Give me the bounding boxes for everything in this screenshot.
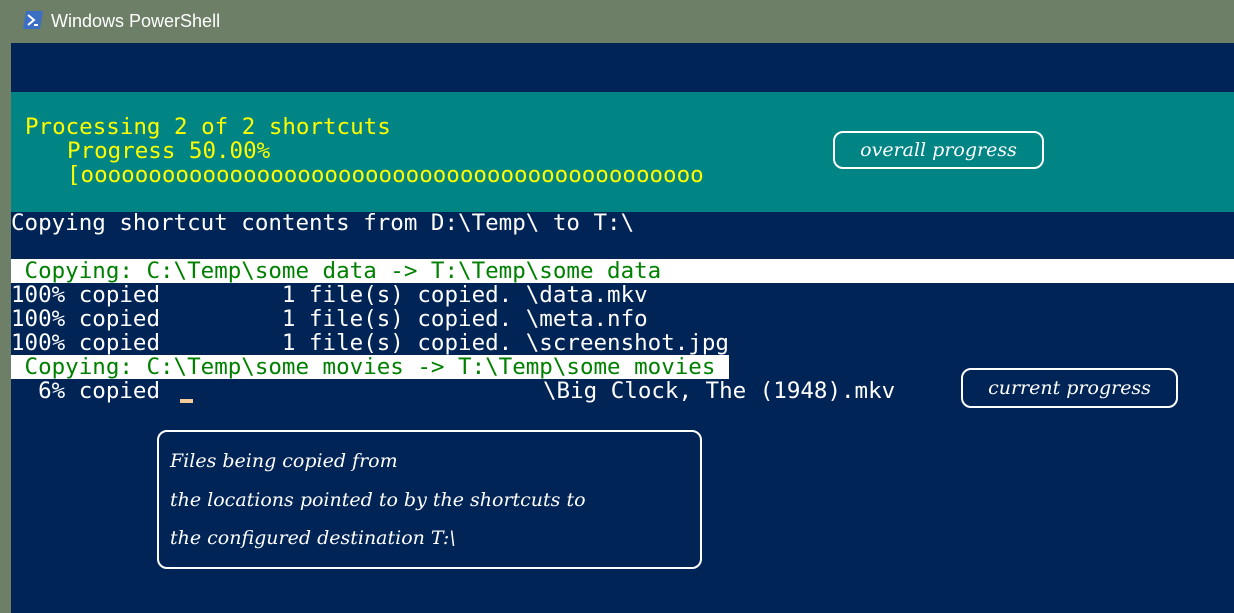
note-line-2: the locations pointed to by the shortcut… (170, 489, 586, 511)
window-title: Windows PowerShell (51, 11, 221, 31)
note-line-3: the configured destination T:\ (170, 527, 456, 549)
note-line-1: Files being copied from (170, 450, 398, 472)
text-cursor (180, 399, 193, 403)
console-area[interactable]: Processing 2 of 2 shortcuts Progress 50.… (11, 43, 1234, 613)
title-bar: Windows PowerShell (0, 0, 1234, 43)
current-progress-callout: current progress (961, 368, 1178, 408)
console-line-current-copy: 6% copied (11, 378, 174, 404)
console-line-copying-shortcut: Copying shortcut contents from D:\Temp\ … (11, 210, 635, 236)
copy-header-some-data: Copying: C:\Temp\some data -> T:\Temp\so… (11, 259, 1234, 283)
powershell-icon (23, 11, 43, 29)
progress-activity: Processing 2 of 2 shortcuts (25, 114, 391, 140)
files-note-callout: Files being copied from the locations po… (157, 430, 702, 569)
progress-bar: [ooooooooooooooooooooooooooooooooooooooo… (67, 162, 704, 188)
overall-progress-callout-text: overall progress (860, 139, 1017, 161)
current-progress-callout-text: current progress (988, 377, 1151, 399)
console-line-meta-nfo: 100% copied 1 file(s) copied. \meta.nfo (11, 306, 648, 332)
console-line-data-mkv: 100% copied 1 file(s) copied. \data.mkv (11, 282, 648, 308)
progress-status: Progress 50.00% (67, 138, 271, 164)
overall-progress-callout: overall progress (833, 131, 1044, 169)
console-line-current-file: \Big Clock, The (1948).mkv (543, 378, 896, 404)
console-line-screenshot-jpg: 100% copied 1 file(s) copied. \screensho… (11, 330, 729, 356)
copy-header-some-movies: Copying: C:\Temp\some movies -> T:\Temp\… (11, 354, 729, 380)
overall-progress-panel: Processing 2 of 2 shortcuts Progress 50.… (11, 92, 1234, 212)
